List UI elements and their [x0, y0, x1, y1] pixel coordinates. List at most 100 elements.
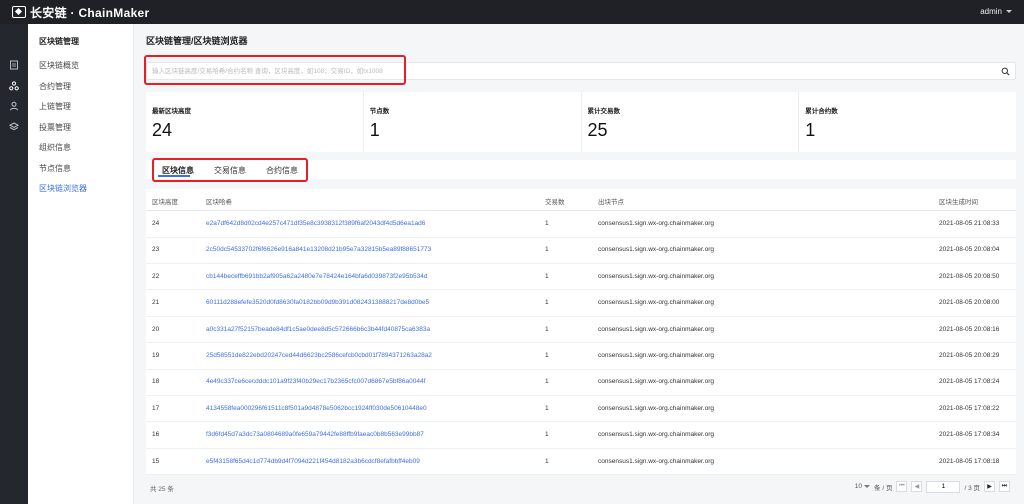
- cell-block-hash[interactable]: 25d58551de822ebd20247ced44d6623bc2586cef…: [206, 352, 432, 359]
- user-menu[interactable]: admin: [980, 7, 1012, 16]
- active-tab-indicator: [158, 175, 190, 177]
- cell-time: 2021-08-05 20:08:16: [939, 325, 1000, 333]
- tab-contract-info[interactable]: 合约信息: [266, 165, 298, 176]
- cell-tx-count: 1: [545, 404, 549, 412]
- cell-node: consensus1.sign.wx-org.chainmaker.org: [598, 272, 714, 280]
- sidebar-item-overview[interactable]: 区块链概览: [39, 60, 79, 71]
- blocks-table: 区块高度 区块哈希 交易数 出块节点 区块生成时间 24 e2a7df642d8d…: [146, 189, 1016, 476]
- cell-node: consensus1.sign.wx-org.chainmaker.org: [598, 431, 714, 439]
- stat-value: 25: [587, 120, 608, 140]
- next-page-button[interactable]: ▶: [984, 481, 995, 492]
- tab-transaction-info[interactable]: 交易信息: [214, 165, 246, 176]
- table-row: 22 cb144beceffb691bb2af905a62a2480e7e7842…: [146, 264, 1016, 291]
- sidebar-item-organizations[interactable]: 组织信息: [39, 142, 71, 153]
- page-number-input[interactable]: [926, 480, 961, 493]
- prev-page-button[interactable]: ◀: [911, 481, 923, 492]
- cell-tx-count: 1: [545, 352, 549, 359]
- cell-block-hash[interactable]: 2c50dc54533702f6f6626e916a841e13208d21b9…: [206, 246, 431, 253]
- first-page-button[interactable]: ⏮: [896, 481, 908, 492]
- table-row: 23 2c50dc54533702f6f6626e916a841e13208d21…: [146, 237, 1016, 264]
- cell-block-hash[interactable]: 60111d288efefe3520d0fd8630fa0182bb09d9b3…: [206, 299, 429, 306]
- sidebar: 区块链管理 区块链概览 合约管理 上链管理 投票管理 组织信息 节点信息 区块链…: [28, 24, 134, 504]
- sidebar-item-on-chain[interactable]: 上链管理: [39, 101, 71, 112]
- cell-tx-count: 1: [545, 299, 549, 307]
- table-row: 15 e5f43158f65d4c1d774db9d4f7094d221f454d…: [146, 449, 1016, 476]
- stat-node-count: 节点数 1: [364, 92, 582, 152]
- cell-node: consensus1.sign.wx-org.chainmaker.org: [598, 220, 714, 227]
- cell-time: 2021-08-05 17:08:24: [939, 378, 1000, 386]
- cell-height: 20: [152, 325, 160, 333]
- cell-height: 17: [152, 404, 160, 412]
- cell-time: 2021-08-05 17:08:18: [939, 457, 1000, 465]
- last-page-button[interactable]: ⏭: [999, 481, 1010, 492]
- stat-total-transactions: 累计交易数 25: [582, 92, 800, 152]
- table-header: 区块高度 区块哈希 交易数 出块节点 区块生成时间: [146, 189, 1016, 211]
- cell-block-hash[interactable]: e2a7df642d8d02cd4e257c471df35e8c3938312f…: [206, 220, 425, 227]
- cell-block-hash[interactable]: f3d6fd45d7a3dc73a0804689a0fe659a79442fe8…: [206, 431, 424, 438]
- logo-text: 长安链 · ChainMaker: [30, 5, 150, 20]
- username: admin: [980, 7, 1002, 16]
- cell-tx-count: 1: [545, 325, 549, 333]
- cell-node: consensus1.sign.wx-org.chainmaker.org: [598, 299, 714, 307]
- sidebar-title: 区块链管理: [39, 37, 79, 46]
- cell-block-hash[interactable]: e5f43158f65d4c1d774db9d4f7094d221f454d81…: [206, 458, 420, 465]
- table-row: 18 4e49c337ce6cecdddc101a9f23f40b29ec17b2…: [146, 369, 1016, 396]
- cell-tx-count: 1: [545, 272, 549, 280]
- table-row: 19 25d58551de822ebd20247ced44d6623bc2586c…: [146, 343, 1016, 370]
- table-row: 24 e2a7df642d8d02cd4e257c471df35e8c393831…: [146, 211, 1016, 238]
- cell-height: 24: [152, 220, 160, 227]
- sidebar-item-explorer[interactable]: 区块链浏览器: [39, 183, 87, 194]
- cell-height: 18: [152, 378, 160, 386]
- cell-node: consensus1.sign.wx-org.chainmaker.org: [598, 404, 714, 412]
- cell-node: consensus1.sign.wx-org.chainmaker.org: [598, 325, 714, 333]
- column-header-time: 区块生成时间: [939, 199, 978, 206]
- page-size-select[interactable]: 10: [854, 483, 871, 490]
- page-size-value: 10: [854, 483, 863, 490]
- cell-node: consensus1.sign.wx-org.chainmaker.org: [598, 378, 714, 386]
- cell-node: consensus1.sign.wx-org.chainmaker.org: [598, 457, 714, 465]
- stat-label: 最新区块高度: [152, 108, 191, 115]
- table-row: 21 60111d288efefe3520d0fd8630fa0182bb09d9…: [146, 290, 1016, 317]
- page-size-suffix: 条 / 页: [874, 484, 893, 492]
- cell-height: 22: [152, 272, 160, 280]
- cell-block-hash[interactable]: 4134558fea000296f61511c8f501a9d4878e5062…: [206, 405, 427, 412]
- sidebar-item-nodes[interactable]: 节点信息: [39, 163, 71, 174]
- cell-node: consensus1.sign.wx-org.chainmaker.org: [598, 246, 714, 254]
- cell-block-hash[interactable]: a0c331a27f52157beade84df1c5ae0dee8d5c572…: [206, 326, 430, 333]
- top-bar: 长安链 · ChainMaker admin: [0, 0, 1024, 24]
- stat-total-contracts: 累计合约数 1: [799, 92, 1016, 152]
- sidebar-item-contracts[interactable]: 合约管理: [39, 81, 71, 92]
- cell-time: 2021-08-05 20:08:29: [939, 352, 1000, 359]
- search-bar: [146, 62, 1016, 80]
- logo[interactable]: 长安链 · ChainMaker: [12, 4, 150, 20]
- sidebar-item-voting[interactable]: 投票管理: [39, 122, 71, 133]
- search-input[interactable]: [152, 66, 972, 77]
- chainmaker-logo-icon: [12, 6, 26, 18]
- layers-icon[interactable]: [8, 121, 19, 132]
- column-header-tx-count: 交易数: [545, 199, 565, 206]
- cell-height: 16: [152, 431, 160, 439]
- cell-block-hash[interactable]: cb144beceffb691bb2af905a62a2480e7e78424e…: [206, 273, 427, 280]
- stat-label: 累计合约数: [805, 108, 838, 115]
- table-row: 20 a0c331a27f52157beade84df1c5ae0dee8d5c5…: [146, 317, 1016, 344]
- cell-time: 2021-08-05 20:08:00: [939, 299, 1000, 307]
- stat-value: 1: [369, 120, 380, 140]
- search-icon[interactable]: [1000, 66, 1011, 77]
- user-icon[interactable]: [8, 100, 19, 111]
- cell-tx-count: 1: [545, 457, 549, 465]
- column-header-height: 区块高度: [152, 199, 178, 206]
- stat-label: 节点数: [369, 108, 390, 115]
- table-footer: 共 25 条 10 条 / 页 ⏮ ◀ / 3 页 ▶ ⏭: [146, 478, 1016, 496]
- cell-height: 15: [152, 457, 160, 465]
- cell-block-hash[interactable]: 4e49c337ce6cecdddc101a9f23f40b29ec17b236…: [206, 378, 425, 385]
- document-icon[interactable]: [8, 59, 19, 70]
- blockchain-icon[interactable]: [8, 80, 19, 91]
- cell-height: 23: [152, 246, 160, 254]
- icon-rail: [0, 24, 28, 504]
- cell-time: 2021-08-05 17:08:22: [939, 404, 1000, 412]
- cell-tx-count: 1: [545, 431, 549, 439]
- stat-label: 累计交易数: [587, 108, 621, 115]
- cell-time: 2021-08-05 20:08:04: [939, 246, 1000, 254]
- stat-value: 24: [152, 120, 173, 140]
- page-title: 区块链管理/区块链浏览器: [146, 36, 248, 46]
